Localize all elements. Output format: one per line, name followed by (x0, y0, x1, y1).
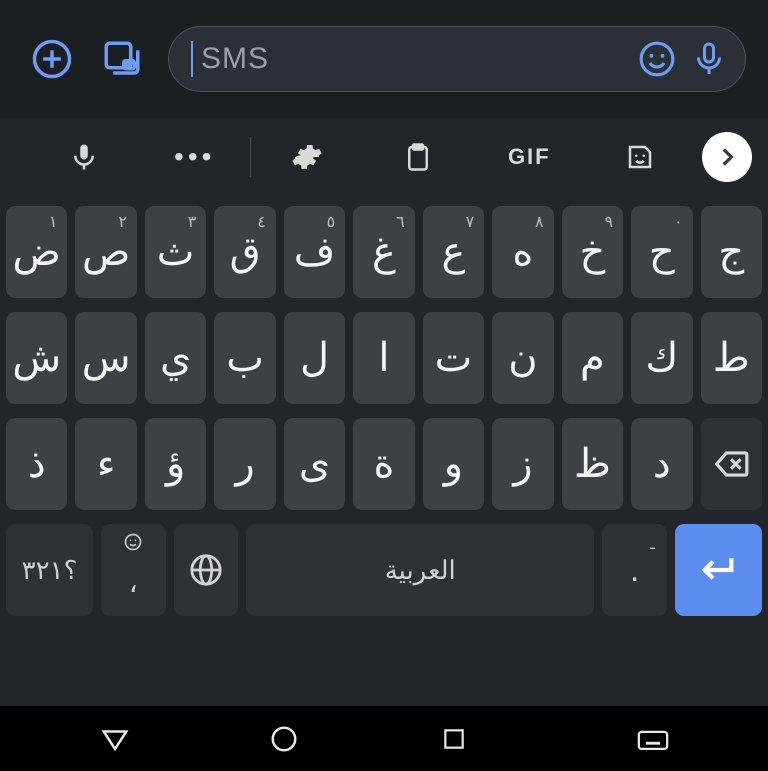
more-button[interactable]: ••• (139, 133, 250, 181)
voice-typing-button[interactable] (28, 133, 139, 181)
key-ta-marbuta[interactable]: ة (353, 418, 414, 510)
key-kaf[interactable]: ك (631, 312, 692, 404)
key-ghain[interactable]: ٦غ (353, 206, 414, 298)
key-ya[interactable]: ي (145, 312, 206, 404)
space-key[interactable]: العربية (246, 524, 594, 616)
key-sin[interactable]: س (75, 312, 136, 404)
key-alif-maqsura[interactable]: ى (284, 418, 345, 510)
key-hha[interactable]: ٠ح (631, 206, 692, 298)
keyboard-row-2: ش س ي ب ل ا ت ن م ك ط (6, 312, 762, 404)
emoji-button[interactable] (635, 37, 679, 81)
key-nun[interactable]: ن (492, 312, 553, 404)
navigation-bar (0, 706, 768, 771)
message-input[interactable]: SMS (168, 26, 746, 92)
nav-keyboard-button[interactable] (628, 714, 678, 764)
language-key[interactable] (174, 524, 239, 616)
nav-back-button[interactable] (90, 714, 140, 764)
key-mim[interactable]: م (562, 312, 623, 404)
key-qaf[interactable]: ٤ق (214, 206, 275, 298)
key-dad[interactable]: ١ض (6, 206, 67, 298)
keyboard-row-3: ذ ء ؤ ر ى ة و ز ظ د (6, 418, 762, 510)
key-alif[interactable]: ا (353, 312, 414, 404)
sticker-button[interactable] (585, 133, 696, 181)
key-tha[interactable]: ٣ث (145, 206, 206, 298)
keyboard-row-4: ؟٣٢١ ، العربية ـ . (6, 524, 762, 616)
keyboard: ١ض ٢ص ٣ث ٤ق ٥ف ٦غ ٧ع ٨ه ٩خ ٠ح ج ش س ي ب … (0, 196, 768, 706)
voice-input-button[interactable] (687, 37, 731, 81)
key-kha[interactable]: ٩خ (562, 206, 623, 298)
key-waw[interactable]: و (423, 418, 484, 510)
expand-toolbar-button[interactable] (702, 132, 752, 182)
period-key[interactable]: ـ . (602, 524, 667, 616)
key-dal[interactable]: د (631, 418, 692, 510)
key-ha[interactable]: ٨ه (492, 206, 553, 298)
emoji-key[interactable]: ، (101, 524, 166, 616)
settings-button[interactable] (251, 133, 362, 181)
key-dhal[interactable]: ذ (6, 418, 67, 510)
key-hamza[interactable]: ء (75, 418, 136, 510)
key-ra[interactable]: ر (214, 418, 275, 510)
keyboard-toolbar: ••• GIF (0, 118, 768, 196)
key-tta[interactable]: ط (701, 312, 762, 404)
gif-button[interactable]: GIF (474, 133, 585, 181)
key-lam[interactable]: ل (284, 312, 345, 404)
key-sad[interactable]: ٢ص (75, 206, 136, 298)
keyboard-row-1: ١ض ٢ص ٣ث ٤ق ٥ف ٦غ ٧ع ٨ه ٩خ ٠ح ج (6, 206, 762, 298)
message-placeholder: SMS (201, 42, 269, 76)
symbols-key[interactable]: ؟٣٢١ (6, 524, 93, 616)
key-ta[interactable]: ت (423, 312, 484, 404)
text-cursor (191, 41, 193, 77)
key-fa[interactable]: ٥ف (284, 206, 345, 298)
compose-bar: SMS (0, 0, 768, 118)
nav-recent-button[interactable] (429, 714, 479, 764)
enter-key[interactable] (675, 524, 762, 616)
nav-home-button[interactable] (259, 714, 309, 764)
backspace-key[interactable] (701, 418, 762, 510)
clipboard-button[interactable] (363, 133, 474, 181)
key-jim[interactable]: ج (701, 206, 762, 298)
key-shin[interactable]: ش (6, 312, 67, 404)
key-waw-hamza[interactable]: ؤ (145, 418, 206, 510)
key-ain[interactable]: ٧ع (423, 206, 484, 298)
key-ba[interactable]: ب (214, 312, 275, 404)
key-dha[interactable]: ظ (562, 418, 623, 510)
gallery-button[interactable] (98, 35, 146, 83)
key-zay[interactable]: ز (492, 418, 553, 510)
add-button[interactable] (28, 35, 76, 83)
